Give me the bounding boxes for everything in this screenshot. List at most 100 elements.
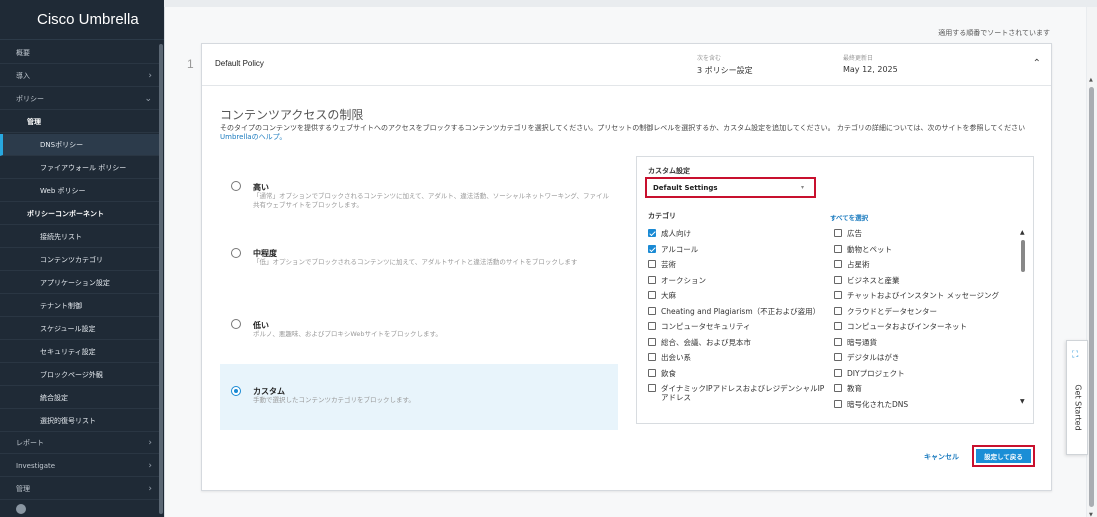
sidebar-scrollbar[interactable]: [159, 44, 163, 514]
category-checkbox[interactable]: [648, 368, 656, 377]
radio-high[interactable]: [231, 181, 241, 191]
category-checkbox[interactable]: [834, 291, 842, 299]
level-moderate[interactable]: 中程度 「低」オプションでブロックされるコンテンツに加えて、アダルトサイトと違法…: [220, 239, 618, 305]
level-high[interactable]: 高い 「通常」オプションでブロックされるコンテンツに加えて、アダルト、違法活動、…: [220, 168, 618, 234]
category-item[interactable]: 動物とペット: [834, 244, 1020, 259]
category-item[interactable]: 芸術: [648, 260, 830, 274]
contains-value: 3 ポリシー設定: [697, 66, 753, 75]
category-item[interactable]: 広告: [834, 229, 1020, 243]
category-item[interactable]: アルコール: [648, 244, 830, 259]
category-item[interactable]: オークション: [648, 275, 830, 290]
nav-policies[interactable]: ポリシー ⌄: [0, 88, 160, 110]
nav-selective-decryption[interactable]: 選択的復号リスト: [0, 410, 160, 432]
category-item[interactable]: 成人向け: [648, 229, 830, 243]
level-low[interactable]: 低い ポルノ、悪趣味、およびプロキシWebサイトをブロックします。: [220, 306, 618, 372]
category-item[interactable]: 総合、会議、および見本市: [648, 337, 830, 352]
nav-app-settings[interactable]: アプリケーション設定: [0, 272, 160, 294]
scroll-down-icon[interactable]: ▼: [1020, 398, 1025, 405]
level-custom[interactable]: カスタム 手動で選択したコンテンツカテゴリをブロックします。: [220, 364, 618, 430]
category-checkbox[interactable]: [834, 260, 842, 268]
policy-header[interactable]: Default Policy 次を含む 3 ポリシー設定 最終更新日 May 1…: [202, 44, 1051, 86]
nav-security-settings[interactable]: セキュリティ設定: [0, 341, 160, 363]
category-checkbox[interactable]: [648, 353, 656, 361]
updated-label: 最終更新日: [843, 55, 874, 62]
nav-destination-lists[interactable]: 接続先リスト: [0, 226, 160, 248]
category-checkbox[interactable]: [648, 322, 656, 330]
category-item[interactable]: 教育: [834, 384, 1020, 398]
category-item[interactable]: DIYプロジェクト: [834, 368, 1020, 383]
category-checkbox[interactable]: [648, 244, 656, 253]
nav-label: ポリシー: [16, 94, 44, 103]
nav-reporting[interactable]: レポート ›: [0, 432, 160, 454]
nav-policy-components[interactable]: ポリシーコンポーネント: [0, 203, 160, 225]
category-item[interactable]: 飲食: [648, 368, 830, 383]
nav-firewall-policy[interactable]: ファイアウォール ポリシー: [0, 157, 160, 179]
category-item[interactable]: クラウドとデータセンター: [834, 306, 1020, 321]
category-item[interactable]: ダイナミックIPアドレスおよびレジデンシャルIPアドレス: [648, 384, 830, 402]
category-checkbox[interactable]: [648, 306, 656, 315]
nav-deployment[interactable]: 導入 ›: [0, 65, 160, 87]
category-checkbox[interactable]: [834, 368, 842, 377]
radio-custom[interactable]: [231, 386, 241, 396]
radio-moderate[interactable]: [231, 248, 241, 258]
category-checkbox[interactable]: [834, 337, 842, 346]
category-checkbox[interactable]: [834, 244, 842, 253]
select-all-link[interactable]: すべてを選択: [830, 212, 868, 222]
nav-admin[interactable]: 管理 ›: [0, 478, 160, 500]
nav-content-categories[interactable]: コンテンツカテゴリ: [0, 249, 160, 271]
category-checkbox[interactable]: [834, 306, 842, 315]
help-link[interactable]: Umbrellaのヘルプ。: [220, 133, 286, 141]
category-item[interactable]: コンピュータおよびインターネット: [834, 322, 1020, 336]
category-checkbox[interactable]: [834, 229, 842, 237]
category-checkbox[interactable]: [834, 353, 842, 361]
save-and-return-button[interactable]: 設定して戻る: [972, 445, 1035, 467]
nav-integrations[interactable]: 統合設定: [0, 387, 160, 409]
scroll-up-icon[interactable]: ▲: [1089, 77, 1093, 83]
nav-schedule[interactable]: スケジュール設定: [0, 318, 160, 340]
scroll-up-icon[interactable]: ▲: [1020, 229, 1025, 236]
category-checkbox[interactable]: [834, 275, 842, 284]
chevron-up-icon[interactable]: ⌃: [1033, 58, 1041, 69]
category-checkbox[interactable]: [648, 275, 656, 284]
nav-label: DNSポリシー: [40, 140, 84, 149]
category-item[interactable]: 出会い系: [648, 353, 830, 367]
category-item[interactable]: 暗号化されたDNS: [834, 399, 1020, 412]
category-item[interactable]: コンピュータセキュリティ: [648, 322, 830, 336]
nav-web-policy[interactable]: Web ポリシー: [0, 180, 160, 202]
scroll-thumb[interactable]: [1089, 87, 1094, 507]
category-checkbox[interactable]: [648, 260, 656, 268]
custom-setting-select[interactable]: Default Settings ▾: [645, 177, 816, 198]
category-checkbox[interactable]: [648, 291, 656, 299]
category-item[interactable]: 大麻: [648, 291, 830, 305]
scroll-down-icon[interactable]: ▼: [1089, 512, 1093, 517]
scroll-thumb[interactable]: [1021, 240, 1025, 272]
category-checkbox[interactable]: [834, 384, 842, 392]
category-label: オークション: [661, 275, 706, 285]
category-item[interactable]: Cheating and Plagiarism（不正および盗用）: [648, 306, 830, 321]
category-checkbox[interactable]: [834, 322, 842, 330]
category-scrollbar[interactable]: ▲ ▼: [1020, 229, 1026, 405]
main-content: 適用する順番でソートされています 1 Default Policy 次を含む 3…: [164, 7, 1086, 517]
cancel-button[interactable]: キャンセル: [924, 452, 959, 462]
nav-dns-policy[interactable]: DNSポリシー: [0, 134, 160, 156]
category-item[interactable]: 暗号通貨: [834, 337, 1020, 352]
category-item[interactable]: 占星術: [834, 260, 1020, 274]
category-checkbox[interactable]: [648, 229, 656, 237]
nav-block-page[interactable]: ブロックページ外観: [0, 364, 160, 386]
main-scrollbar[interactable]: ▲ ▼: [1087, 7, 1097, 517]
category-label: 芸術: [661, 260, 676, 269]
user-row[interactable]: [0, 500, 160, 517]
category-item[interactable]: デジタルはがき: [834, 353, 1020, 367]
category-checkbox[interactable]: [648, 337, 656, 346]
category-item[interactable]: チャットおよびインスタント メッセージング: [834, 291, 1020, 305]
nav-tenant-controls[interactable]: テナント制御: [0, 295, 160, 317]
nav-management[interactable]: 管理: [0, 111, 160, 133]
category-checkbox[interactable]: [648, 384, 656, 392]
category-item[interactable]: ビジネスと産業: [834, 275, 1020, 290]
brand-logo[interactable]: Cisco Umbrella: [0, 0, 164, 40]
nav-overview[interactable]: 概要: [0, 42, 160, 64]
nav-investigate[interactable]: Investigate ›: [0, 455, 160, 477]
get-started-tab[interactable]: ⛶ Get Started: [1066, 340, 1088, 455]
category-checkbox[interactable]: [834, 399, 842, 408]
radio-low[interactable]: [231, 319, 241, 329]
